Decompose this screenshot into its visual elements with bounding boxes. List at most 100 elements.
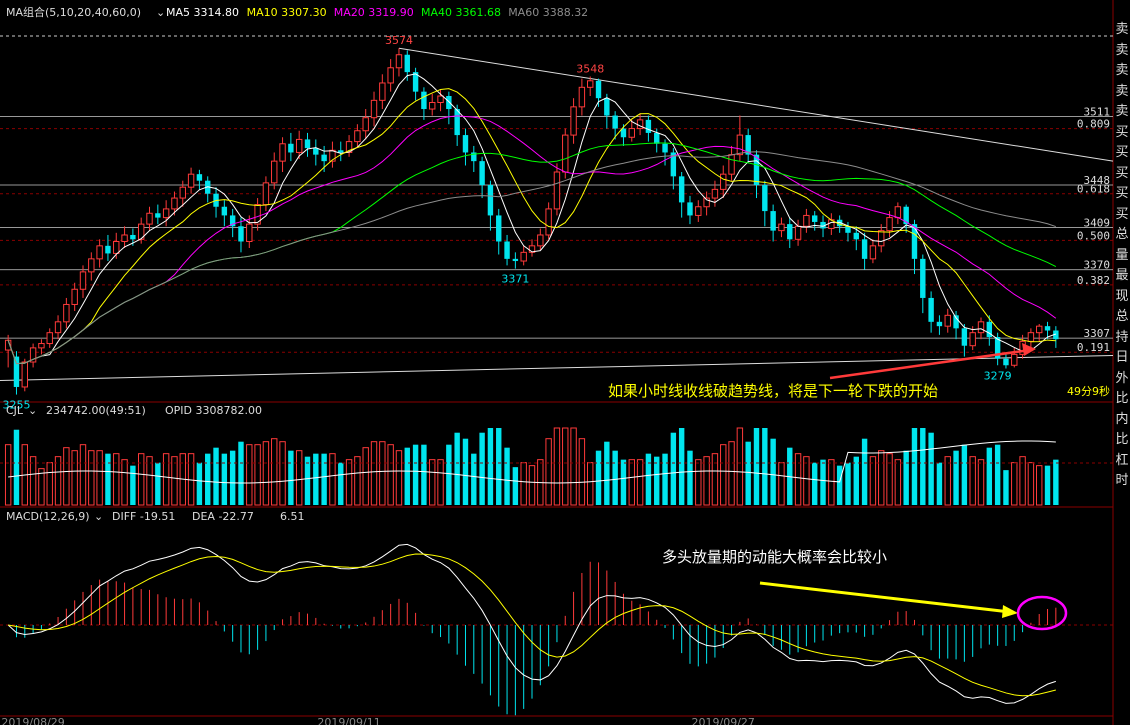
volume-bar-down — [903, 450, 909, 505]
date-label: 2019/09/27 — [692, 716, 755, 725]
red-arrow-head — [1022, 343, 1036, 356]
sidebar-item-20[interactable]: 比 — [1114, 430, 1130, 451]
volume-bar-up — [429, 459, 436, 506]
candle-body-up — [79, 271, 87, 290]
candle-body-down — [496, 215, 502, 242]
sidebar-item-9[interactable]: 买 — [1114, 205, 1130, 226]
sidebar-item-1[interactable]: 卖 — [1114, 41, 1130, 62]
volume-bar-up — [570, 427, 577, 506]
volume-bar-up — [977, 459, 985, 506]
volume-bar-up — [246, 444, 253, 506]
sidebar-item-5[interactable]: 买 — [1114, 123, 1130, 144]
volume-bar-down — [662, 453, 668, 505]
sidebar-item-22[interactable]: 时 — [1114, 471, 1130, 492]
volume-bar-up — [878, 450, 885, 506]
volume-bar-up — [279, 441, 286, 506]
volume-bar-down — [836, 465, 843, 505]
candle-body-up — [379, 82, 386, 101]
candle-body-down — [446, 96, 452, 110]
volume-label: CJL — [6, 404, 24, 417]
volume-bar-up — [54, 456, 62, 506]
date-label: 2019/08/29 — [1, 716, 64, 725]
candlestick-series — [4, 48, 1059, 395]
volume-bar-up — [828, 459, 835, 506]
sidebar-item-21[interactable]: 杠 — [1114, 451, 1130, 472]
volume-bar-down — [338, 462, 344, 505]
volume-bar-down — [745, 441, 751, 505]
candle-body-up — [271, 160, 278, 184]
candle-body-up — [295, 138, 303, 153]
volume-bar-down — [670, 432, 677, 505]
macd-diff-line — [7, 543, 1057, 704]
volume-bar-up — [969, 456, 976, 506]
chart-canvas: 35110.80934480.61834090.50033700.3823307… — [0, 0, 1114, 725]
sidebar-item-12[interactable]: 最 — [1114, 266, 1130, 287]
sidebar-item-2[interactable]: 卖 — [1114, 61, 1130, 82]
sidebar-item-0[interactable]: 卖 — [1114, 20, 1130, 41]
volume-bar-down — [687, 450, 693, 505]
candle-body-up — [437, 95, 444, 104]
volume-bar-up — [370, 441, 378, 506]
volume-bar-down — [595, 450, 602, 505]
ma-group-chevron-icon[interactable]: ⌄ — [156, 6, 165, 19]
volume-bar-up — [38, 468, 45, 506]
sidebar-item-6[interactable]: 买 — [1114, 143, 1130, 164]
volume-bar-down — [238, 441, 244, 505]
sidebar-item-14[interactable]: 总 — [1114, 307, 1130, 328]
candle-body-down — [961, 328, 968, 346]
volume-bar-up — [29, 456, 37, 506]
volume-bar-down — [812, 462, 818, 505]
date-axis-labels: 2019/08/29 2019/09/11 2019/09/27 — [1, 716, 755, 725]
volume-bar-up — [345, 459, 353, 506]
volume-bar-up — [354, 456, 361, 506]
sidebar-item-19[interactable]: 内 — [1114, 410, 1130, 431]
volume-bar-down — [1044, 465, 1051, 505]
sidebar-item-13[interactable]: 现 — [1114, 287, 1130, 308]
volume-bar-down — [221, 453, 228, 505]
candle-body-down — [920, 258, 926, 298]
candle-body-up — [262, 182, 270, 206]
price-tick-label: 0.382 — [1077, 274, 1110, 287]
sidebar-item-17[interactable]: 外 — [1114, 369, 1130, 390]
candle-body-up — [88, 258, 95, 273]
ma-legend-ma40: MA40 3361.68 — [421, 6, 501, 19]
uptrend-line — [0, 354, 1114, 381]
sidebar-item-8[interactable]: 买 — [1114, 184, 1130, 205]
volume-chevron-icon[interactable]: ⌄ — [28, 404, 37, 417]
candle-body-down — [678, 176, 685, 203]
volume-bar-down — [753, 428, 760, 505]
volume-bar-down — [920, 428, 926, 505]
candle-body-down — [928, 297, 934, 322]
candle-body-up — [969, 332, 976, 347]
candle-body-up — [113, 240, 120, 254]
macd-chevron-icon[interactable]: ⌄ — [94, 510, 103, 523]
candle-body-up — [71, 288, 78, 305]
candle-body-down — [512, 258, 519, 262]
candle-body-up — [54, 321, 62, 334]
volume-bar-down — [953, 450, 959, 505]
sidebar-item-10[interactable]: 总 — [1114, 225, 1130, 246]
candle-body-down — [155, 213, 161, 218]
ma-legend-ma60: MA60 3388.32 — [508, 6, 588, 19]
candle-body-up — [695, 206, 702, 216]
candle-body-down — [313, 148, 319, 155]
sidebar-item-16[interactable]: 日 — [1114, 348, 1130, 369]
sidebar-item-11[interactable]: 量 — [1114, 246, 1130, 267]
candle-body-up — [162, 208, 170, 219]
sidebar-item-7[interactable]: 买 — [1114, 164, 1130, 185]
candle-body-down — [238, 226, 244, 242]
candle-body-down — [911, 224, 918, 259]
sidebar-item-18[interactable]: 比 — [1114, 389, 1130, 410]
volume-bar-down — [288, 450, 294, 505]
candle-body-up — [246, 223, 253, 242]
volume-bar-up — [803, 456, 810, 506]
candle-body-up — [537, 234, 544, 247]
sidebar-item-15[interactable]: 持 — [1114, 328, 1130, 349]
volume-bar-down — [479, 432, 485, 505]
sidebar-item-4[interactable]: 卖 — [1114, 102, 1130, 123]
candle-body-down — [770, 211, 776, 231]
sidebar-item-3[interactable]: 卖 — [1114, 82, 1130, 103]
candle-body-down — [504, 241, 510, 259]
candle-body-up — [146, 212, 153, 225]
candle-body-up — [520, 251, 527, 262]
